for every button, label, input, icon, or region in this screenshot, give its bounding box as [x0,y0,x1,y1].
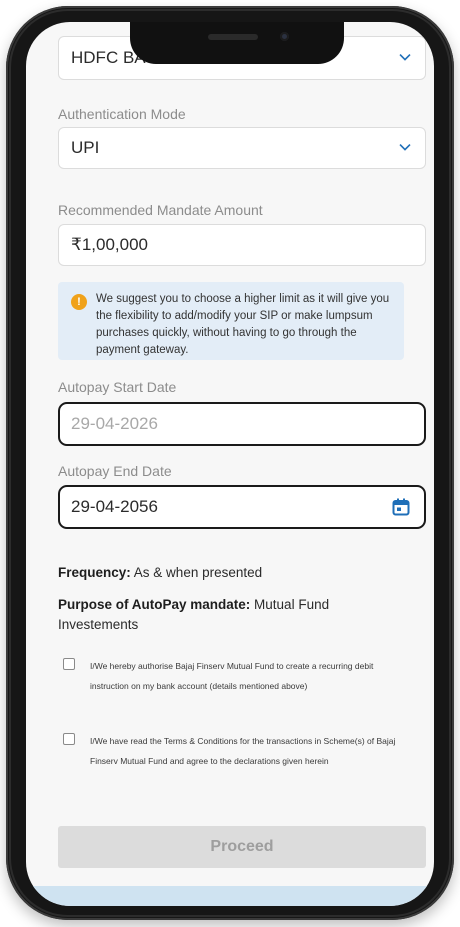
end-date-label: Autopay End Date [58,463,172,479]
end-date-input[interactable]: 29-04-2056 [58,485,426,529]
auth-mode-value: UPI [71,138,100,157]
purpose-label: Purpose of AutoPay mandate: [58,597,251,612]
chevron-down-icon [399,144,411,151]
purpose-value: Mutual Fund [254,597,330,612]
chevron-down-icon [399,54,411,61]
start-date-input[interactable]: 29-04-2026 [58,402,426,446]
mandate-amount-value: ₹1,00,000 [71,235,148,254]
auth-mode-select[interactable]: UPI [58,127,426,169]
end-date-value: 29-04-2056 [71,497,158,516]
auth-mode-label: Authentication Mode [58,106,186,122]
phone-frame: HDFC BA Authentication Mode UPI Recommen… [6,6,454,920]
calendar-icon[interactable] [392,498,410,516]
info-icon: ! [71,294,87,310]
frequency-line: Frequency: As & when presented [58,565,262,580]
speaker-grill [208,34,258,40]
mandate-amount-label: Recommended Mandate Amount [58,202,263,218]
phone-notch [130,22,344,64]
consent-text-1: I/We hereby authorise Bajaj Finserv Mutu… [90,661,374,691]
info-banner: ! We suggest you to choose a higher limi… [58,282,404,360]
start-date-value: 29-04-2026 [71,414,158,433]
proceed-button[interactable]: Proceed [58,826,426,868]
purpose-line: Purpose of AutoPay mandate: Mutual Fund [58,597,329,612]
frequency-label: Frequency: [58,565,131,580]
consent-checkbox-1[interactable] [63,658,75,670]
front-camera [280,32,289,41]
consent-text-2: I/We have read the Terms & Conditions fo… [90,736,396,766]
start-date-label: Autopay Start Date [58,379,177,395]
consent-checkbox-2[interactable] [63,733,75,745]
frequency-value: As & when presented [133,565,263,580]
phone-screen: HDFC BA Authentication Mode UPI Recommen… [26,22,434,906]
bottom-strip [26,886,434,906]
info-banner-text: We suggest you to choose a higher limit … [96,293,390,356]
mandate-amount-input[interactable]: ₹1,00,000 [58,224,426,266]
purpose-value-line2: Investements [58,617,139,632]
